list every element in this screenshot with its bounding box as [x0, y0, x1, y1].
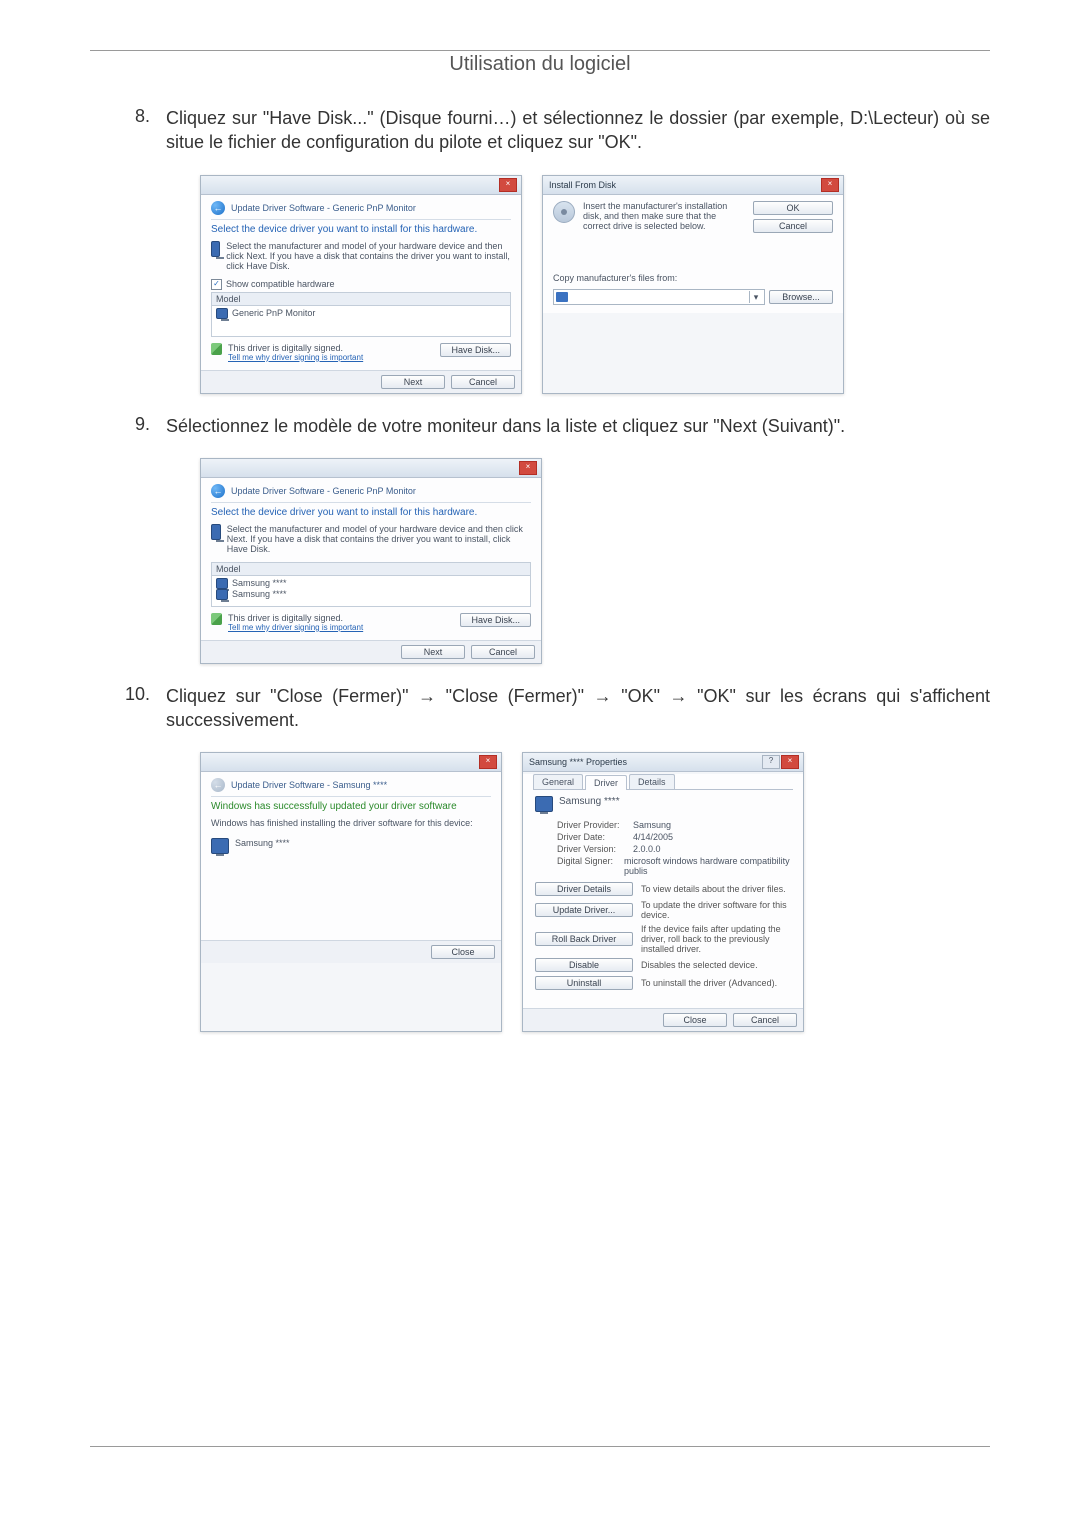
model-list[interactable]: Generic PnP Monitor — [211, 305, 511, 337]
dialog-heading: Select the device driver you want to ins… — [211, 224, 511, 235]
next-button[interactable]: Next — [401, 645, 465, 659]
shield-icon — [211, 613, 222, 625]
ok-button[interactable]: OK — [753, 201, 833, 215]
have-disk-button[interactable]: Have Disk... — [460, 613, 531, 627]
signed-label: This driver is digitally signed. — [228, 343, 363, 353]
step-text: Sélectionnez le modèle de votre moniteur… — [166, 414, 990, 438]
close-icon[interactable]: × — [821, 178, 839, 192]
browse-button[interactable]: Browse... — [769, 290, 833, 304]
cancel-button[interactable]: Cancel — [471, 645, 535, 659]
back-button[interactable]: ← — [211, 201, 225, 215]
disk-icon — [553, 201, 575, 223]
monitor-icon — [211, 838, 229, 854]
page-title: Utilisation du logiciel — [441, 53, 638, 76]
copy-from-label: Copy manufacturer's files from: — [553, 273, 833, 283]
disable-button[interactable]: Disable — [535, 958, 633, 972]
window-title: Install From Disk — [549, 180, 616, 190]
window-update-driver-generic: × ← Update Driver Software - Generic PnP… — [200, 175, 522, 394]
chevron-down-icon[interactable]: ▾ — [749, 291, 762, 303]
step-text: Cliquez sur "Have Disk..." (Disque fourn… — [166, 106, 990, 155]
device-name: Samsung **** — [559, 796, 620, 807]
success-sub: Windows has finished installing the driv… — [211, 818, 491, 828]
next-button[interactable]: Next — [381, 375, 445, 389]
back-button: ← — [211, 778, 225, 792]
model-header: Model — [211, 292, 511, 305]
window-install-from-disk: Install From Disk × Insert the manufactu… — [542, 175, 844, 394]
help-icon[interactable]: ? — [762, 755, 780, 769]
nav-breadcrumb: Update Driver Software - Samsung **** — [231, 780, 387, 790]
signing-info-link[interactable]: Tell me why driver signing is important — [228, 623, 363, 632]
nav-breadcrumb: Update Driver Software - Generic PnP Mon… — [231, 203, 416, 213]
window-update-success: × ← Update Driver Software - Samsung ***… — [200, 752, 502, 1032]
dialog-hint: Select the manufacturer and model of you… — [227, 524, 531, 554]
monitor-icon — [211, 241, 220, 257]
show-compatible-checkbox[interactable]: ✓ — [211, 279, 222, 290]
monitor-icon — [216, 308, 228, 319]
monitor-icon — [216, 578, 228, 589]
titlebar: × — [201, 176, 521, 195]
close-button[interactable]: Close — [663, 1013, 727, 1027]
close-icon[interactable]: × — [479, 755, 497, 769]
dialog-hint: Select the manufacturer and model of you… — [226, 241, 511, 271]
list-item[interactable]: Samsung **** — [216, 578, 526, 589]
titlebar: Samsung **** Properties ? × — [523, 753, 803, 772]
model-list[interactable]: Samsung **** Samsung **** — [211, 575, 531, 607]
back-button[interactable]: ← — [211, 484, 225, 498]
update-driver-button[interactable]: Update Driver... — [535, 903, 633, 917]
device-name: Samsung **** — [235, 838, 290, 848]
monitor-icon — [216, 589, 228, 600]
close-icon[interactable]: × — [781, 755, 799, 769]
list-item[interactable]: Samsung **** — [216, 589, 526, 600]
driver-details-button[interactable]: Driver Details — [535, 882, 633, 896]
titlebar: × — [201, 459, 541, 478]
step-text: Cliquez sur "Close (Fermer)" → "Close (F… — [166, 684, 990, 733]
have-disk-button[interactable]: Have Disk... — [440, 343, 511, 357]
cancel-button[interactable]: Cancel — [451, 375, 515, 389]
window-properties: Samsung **** Properties ? × General Driv… — [522, 752, 804, 1032]
model-header: Model — [211, 562, 531, 575]
signed-label: This driver is digitally signed. — [228, 613, 363, 623]
list-item[interactable]: Generic PnP Monitor — [216, 308, 506, 319]
tab-general[interactable]: General — [533, 774, 583, 789]
close-icon[interactable]: × — [519, 461, 537, 475]
nav-breadcrumb: Update Driver Software - Generic PnP Mon… — [231, 486, 416, 496]
shield-icon — [211, 343, 222, 355]
uninstall-button[interactable]: Uninstall — [535, 976, 633, 990]
roll-back-driver-button[interactable]: Roll Back Driver — [535, 932, 633, 946]
signing-info-link[interactable]: Tell me why driver signing is important — [228, 353, 363, 362]
cancel-button[interactable]: Cancel — [753, 219, 833, 233]
monitor-icon — [535, 796, 553, 812]
close-button[interactable]: Close — [431, 945, 495, 959]
monitor-icon — [211, 524, 221, 540]
window-select-model: × ← Update Driver Software - Generic PnP… — [200, 458, 542, 664]
close-icon[interactable]: × — [499, 178, 517, 192]
step-number: 8. — [90, 106, 166, 155]
drive-combo[interactable]: ▾ — [553, 289, 765, 305]
window-title: Samsung **** Properties — [529, 757, 627, 767]
success-heading: Windows has successfully updated your dr… — [211, 801, 491, 812]
titlebar: × — [201, 753, 501, 772]
drive-icon — [556, 292, 568, 302]
cancel-button[interactable]: Cancel — [733, 1013, 797, 1027]
step-number: 10. — [90, 684, 166, 733]
dialog-heading: Select the device driver you want to ins… — [211, 507, 531, 518]
tab-details[interactable]: Details — [629, 774, 675, 789]
step-number: 9. — [90, 414, 166, 438]
tab-driver[interactable]: Driver — [585, 775, 627, 790]
install-instruction: Insert the manufacturer's installation d… — [583, 201, 745, 231]
titlebar: Install From Disk × — [543, 176, 843, 195]
show-compatible-label: Show compatible hardware — [226, 279, 335, 289]
